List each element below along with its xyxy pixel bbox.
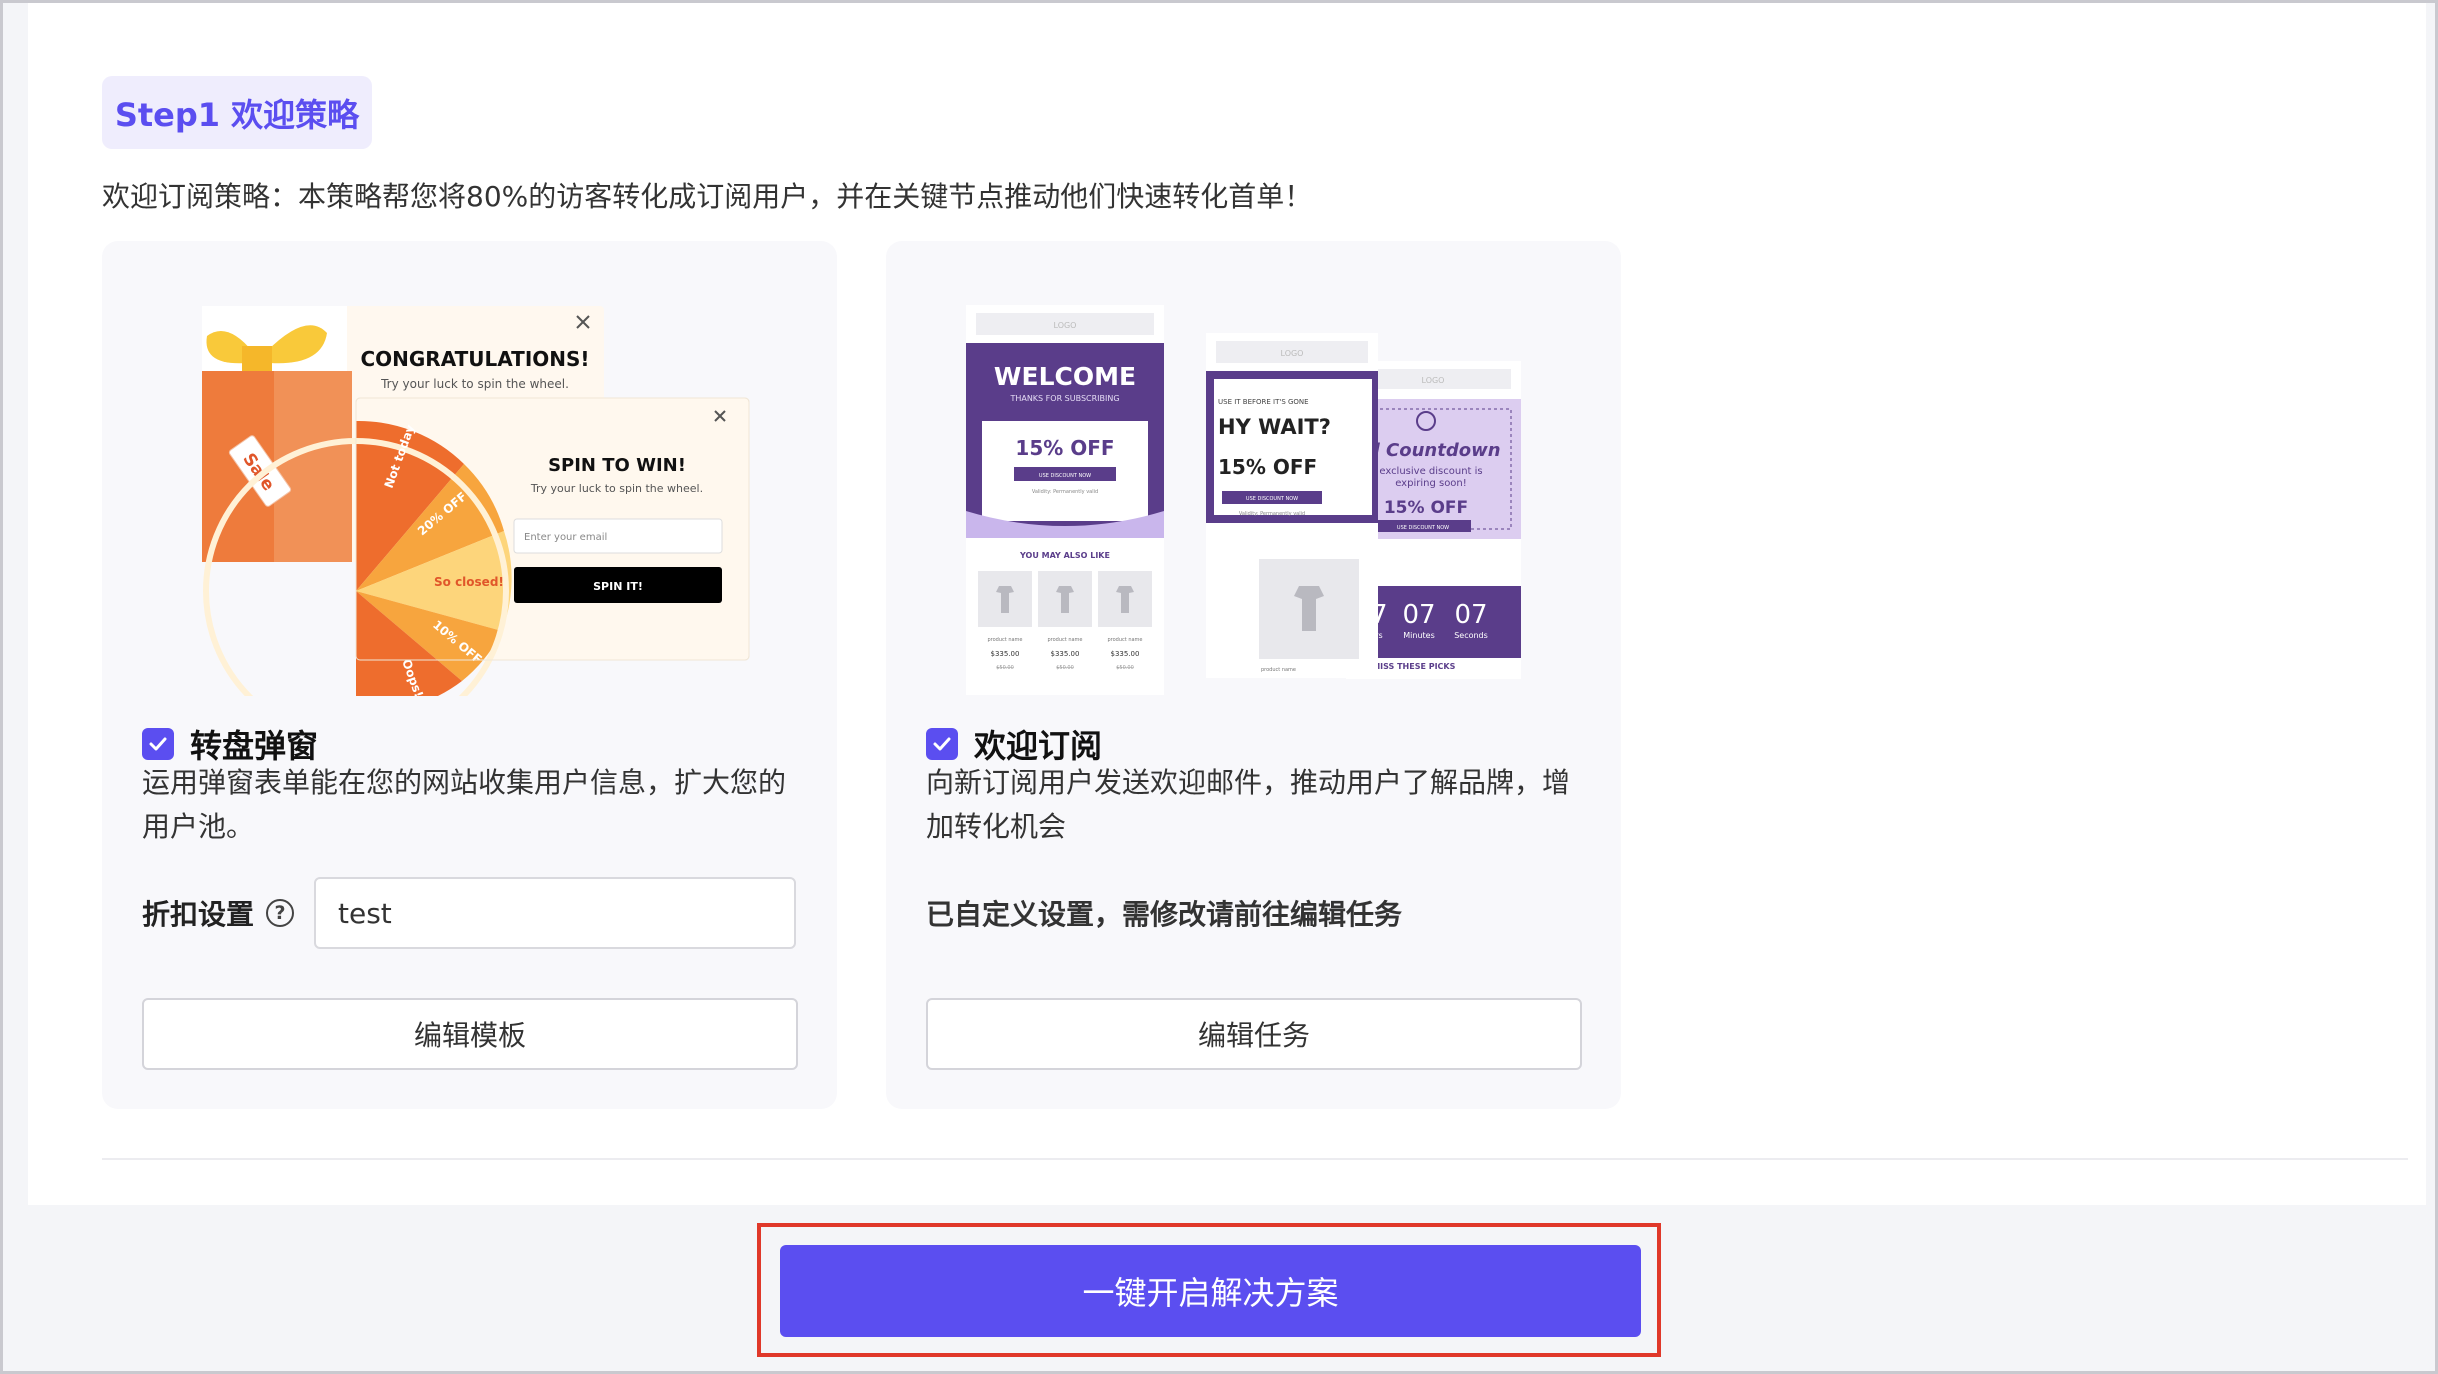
spin-wheel-card: Sale CONGRATULATIONS! Try your luck to s…: [102, 241, 837, 1109]
spin-wheel-checkbox[interactable]: [142, 728, 174, 760]
edit-template-button[interactable]: 编辑模板: [142, 998, 798, 1070]
svg-text:Minutes: Minutes: [1403, 631, 1435, 640]
svg-text:Seconds: Seconds: [1454, 631, 1488, 640]
welcome-email: LOGO WELCOME THANKS FOR SUBSCRIBING 15% …: [966, 305, 1164, 695]
spin-wheel-preview: Sale CONGRATULATIONS! Try your luck to s…: [202, 306, 750, 696]
email-placeholder: Enter your email: [524, 532, 607, 543]
svg-text:Validity: Permanently valid: Validity: Permanently valid: [1032, 489, 1098, 495]
product-grid: product name product name product name $…: [978, 571, 1152, 671]
welcome-subscribe-card: LOGO al Countdown exclusive discount is …: [886, 241, 1621, 1109]
strategy-intro: 欢迎订阅策略：本策略帮您将80%的访客转化成订阅用户，并在关键节点推动他们快速转…: [102, 180, 1313, 213]
you-may-also-like: YOU MAY ALSO LIKE: [1019, 551, 1110, 560]
custom-settings-note: 已自定义设置，需修改请前往编辑任务: [926, 898, 1403, 931]
svg-text:$335.00: $335.00: [991, 650, 1020, 658]
check-icon: [933, 737, 951, 751]
spin-subtitle: Try your luck to spin the wheel.: [530, 482, 703, 495]
window-frame: Step1 欢迎策略 欢迎订阅策略：本策略帮您将80%的访客转化成订阅用户，并在…: [0, 0, 2438, 1374]
countdown-subtitle: exclusive discount is: [1379, 466, 1482, 477]
svg-text:product name: product name: [1108, 637, 1143, 643]
logo-text: LOGO: [1422, 376, 1445, 385]
why-wait-email: LOGO USE IT BEFORE IT'S GONE HY WAIT? 15…: [1206, 333, 1378, 678]
svg-text:$335.00: $335.00: [1051, 650, 1080, 658]
spin-button-label: SPIN IT!: [593, 580, 643, 593]
enable-solution-button[interactable]: 一键开启解决方案: [780, 1245, 1641, 1337]
countdown-title: al Countdown: [1361, 440, 1500, 461]
svg-text:15% OFF: 15% OFF: [1218, 455, 1317, 479]
svg-text:07: 07: [1402, 600, 1435, 630]
welcome-email-preview: LOGO al Countdown exclusive discount is …: [966, 305, 1521, 695]
svg-text:$50.00: $50.00: [1116, 665, 1134, 671]
why-wait-title: HY WAIT?: [1218, 415, 1331, 439]
svg-text:LOGO: LOGO: [1054, 321, 1077, 330]
divider: [102, 1158, 2408, 1160]
svg-text:product name: product name: [988, 637, 1023, 643]
card-description: 运用弹窗表单能在您的网站收集用户信息，扩大您的用户池。: [142, 766, 787, 843]
wheel-segment: So closed!: [434, 575, 504, 589]
welcome-title: WELCOME: [994, 362, 1136, 391]
question-icon[interactable]: ?: [266, 899, 295, 927]
thanks-text: THANKS FOR SUBSCRIBING: [1009, 394, 1119, 403]
discount-input[interactable]: [314, 877, 797, 949]
svg-text:Validity: Permanently valid: Validity: Permanently valid: [1239, 511, 1305, 517]
card-description: 向新订阅用户发送欢迎邮件，推动用户了解品牌，增加转化机会: [926, 766, 1571, 843]
svg-text:$50.00: $50.00: [1056, 665, 1074, 671]
countdown-subtitle: expiring soon!: [1395, 478, 1467, 489]
svg-text:15% OFF: 15% OFF: [1015, 436, 1114, 460]
use-discount-label: USE DISCOUNT NOW: [1397, 525, 1449, 531]
svg-text:USE DISCOUNT NOW: USE DISCOUNT NOW: [1246, 496, 1298, 502]
check-icon: [149, 737, 167, 751]
svg-text:USE DISCOUNT NOW: USE DISCOUNT NOW: [1039, 473, 1091, 479]
congrats-subtitle: Try your luck to spin the wheel.: [380, 377, 569, 391]
discount-label: 折扣设置: [142, 898, 255, 931]
step-badge: Step1 欢迎策略: [102, 76, 372, 149]
spin-title: SPIN TO WIN!: [548, 455, 686, 476]
congrats-title: CONGRATULATIONS!: [360, 347, 589, 371]
svg-text:LOGO: LOGO: [1281, 349, 1304, 358]
svg-text:product name: product name: [1261, 667, 1296, 673]
svg-text:$50.00: $50.00: [996, 665, 1014, 671]
discount-setting-row: 折扣设置 ?: [142, 877, 797, 949]
svg-text:product name: product name: [1048, 637, 1083, 643]
welcome-subscribe-checkbox[interactable]: [926, 728, 958, 760]
strategy-panel: Step1 欢迎策略 欢迎订阅策略：本策略帮您将80%的访客转化成订阅用户，并在…: [28, 3, 2426, 1205]
use-before-text: USE IT BEFORE IT'S GONE: [1218, 398, 1309, 406]
offer-text: 15% OFF: [1384, 498, 1468, 518]
svg-text:07: 07: [1454, 600, 1487, 630]
edit-task-button[interactable]: 编辑任务: [926, 998, 1582, 1070]
svg-text:$335.00: $335.00: [1111, 650, 1140, 658]
